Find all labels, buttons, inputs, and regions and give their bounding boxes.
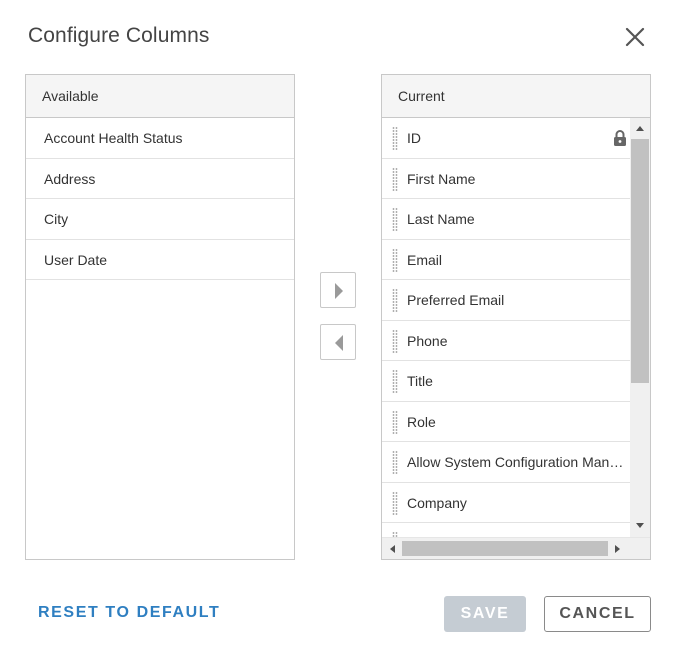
drag-handle-icon[interactable] [392, 126, 398, 150]
caret-left-icon [335, 335, 343, 351]
available-item[interactable]: User Date [26, 240, 294, 280]
lock-icon [614, 130, 626, 146]
current-item[interactable]: First Name [382, 159, 630, 199]
caret-right-icon [335, 283, 343, 299]
current-item[interactable]: Company [382, 483, 630, 523]
current-columns-panel: Current ID First Name Last Name Email Pr… [381, 74, 651, 560]
current-item[interactable]: Phone [382, 321, 630, 361]
available-item[interactable]: City [26, 199, 294, 240]
current-item[interactable]: Preferred Email [382, 280, 630, 321]
current-item-label: Email [407, 251, 443, 268]
horizontal-scroll-thumb[interactable] [402, 541, 608, 556]
current-item[interactable]: Last Name [382, 199, 630, 240]
current-item-label: Allow System Configuration Management [407, 454, 630, 470]
available-columns-panel: Available Account Health Status Address … [25, 74, 295, 560]
current-item-label: Company [407, 494, 467, 511]
current-item[interactable]: Title [382, 361, 630, 402]
save-button[interactable]: SAVE [444, 596, 526, 632]
drag-handle-icon[interactable] [392, 491, 398, 515]
vertical-scroll-thumb[interactable] [631, 139, 649, 383]
current-item[interactable]: Allow System Configuration Management [382, 442, 630, 483]
close-icon [625, 27, 645, 47]
reset-to-default-link[interactable]: RESET TO DEFAULT [38, 604, 220, 622]
drag-handle-icon[interactable] [392, 450, 398, 474]
current-item-label: Title [407, 373, 433, 389]
vertical-scrollbar[interactable] [630, 118, 650, 537]
current-item-label: Phone [407, 332, 448, 349]
current-item-label: First Name [407, 170, 476, 187]
available-item[interactable]: Address [26, 159, 294, 199]
current-item-label: Last Name [407, 211, 475, 227]
close-button[interactable] [620, 22, 650, 52]
available-header: Available [26, 75, 294, 118]
drag-handle-icon[interactable] [392, 410, 398, 434]
move-left-button[interactable] [320, 324, 356, 360]
cancel-button[interactable]: CANCEL [544, 596, 651, 632]
available-item[interactable]: Account Health Status [26, 118, 294, 159]
current-item-label: Role [407, 413, 436, 430]
drag-handle-icon[interactable] [392, 329, 398, 353]
scroll-down-arrow-icon[interactable] [635, 522, 645, 530]
scroll-right-arrow-icon[interactable] [614, 544, 622, 554]
drag-handle-icon[interactable] [392, 288, 398, 312]
horizontal-scrollbar[interactable] [382, 537, 650, 559]
move-right-button[interactable] [320, 272, 356, 308]
drag-handle-icon[interactable] [392, 369, 398, 393]
scroll-left-arrow-icon[interactable] [388, 544, 396, 554]
current-item-label: ID [407, 130, 421, 146]
current-item[interactable]: Role [382, 402, 630, 442]
drag-handle-icon[interactable] [392, 167, 398, 191]
current-list: ID First Name Last Name Email Preferred … [382, 118, 630, 537]
available-list: Account Health Status Address City User … [26, 118, 294, 280]
drag-handle-icon[interactable] [392, 248, 398, 272]
current-item[interactable]: Email [382, 240, 630, 280]
current-item-label: Preferred Email [407, 292, 505, 308]
current-header: Current [382, 75, 650, 118]
current-item[interactable]: ID [382, 118, 630, 159]
dialog-title: Configure Columns [28, 24, 210, 47]
current-item-partial[interactable] [382, 523, 630, 537]
scroll-up-arrow-icon[interactable] [635, 124, 645, 132]
drag-handle-icon[interactable] [392, 207, 398, 231]
